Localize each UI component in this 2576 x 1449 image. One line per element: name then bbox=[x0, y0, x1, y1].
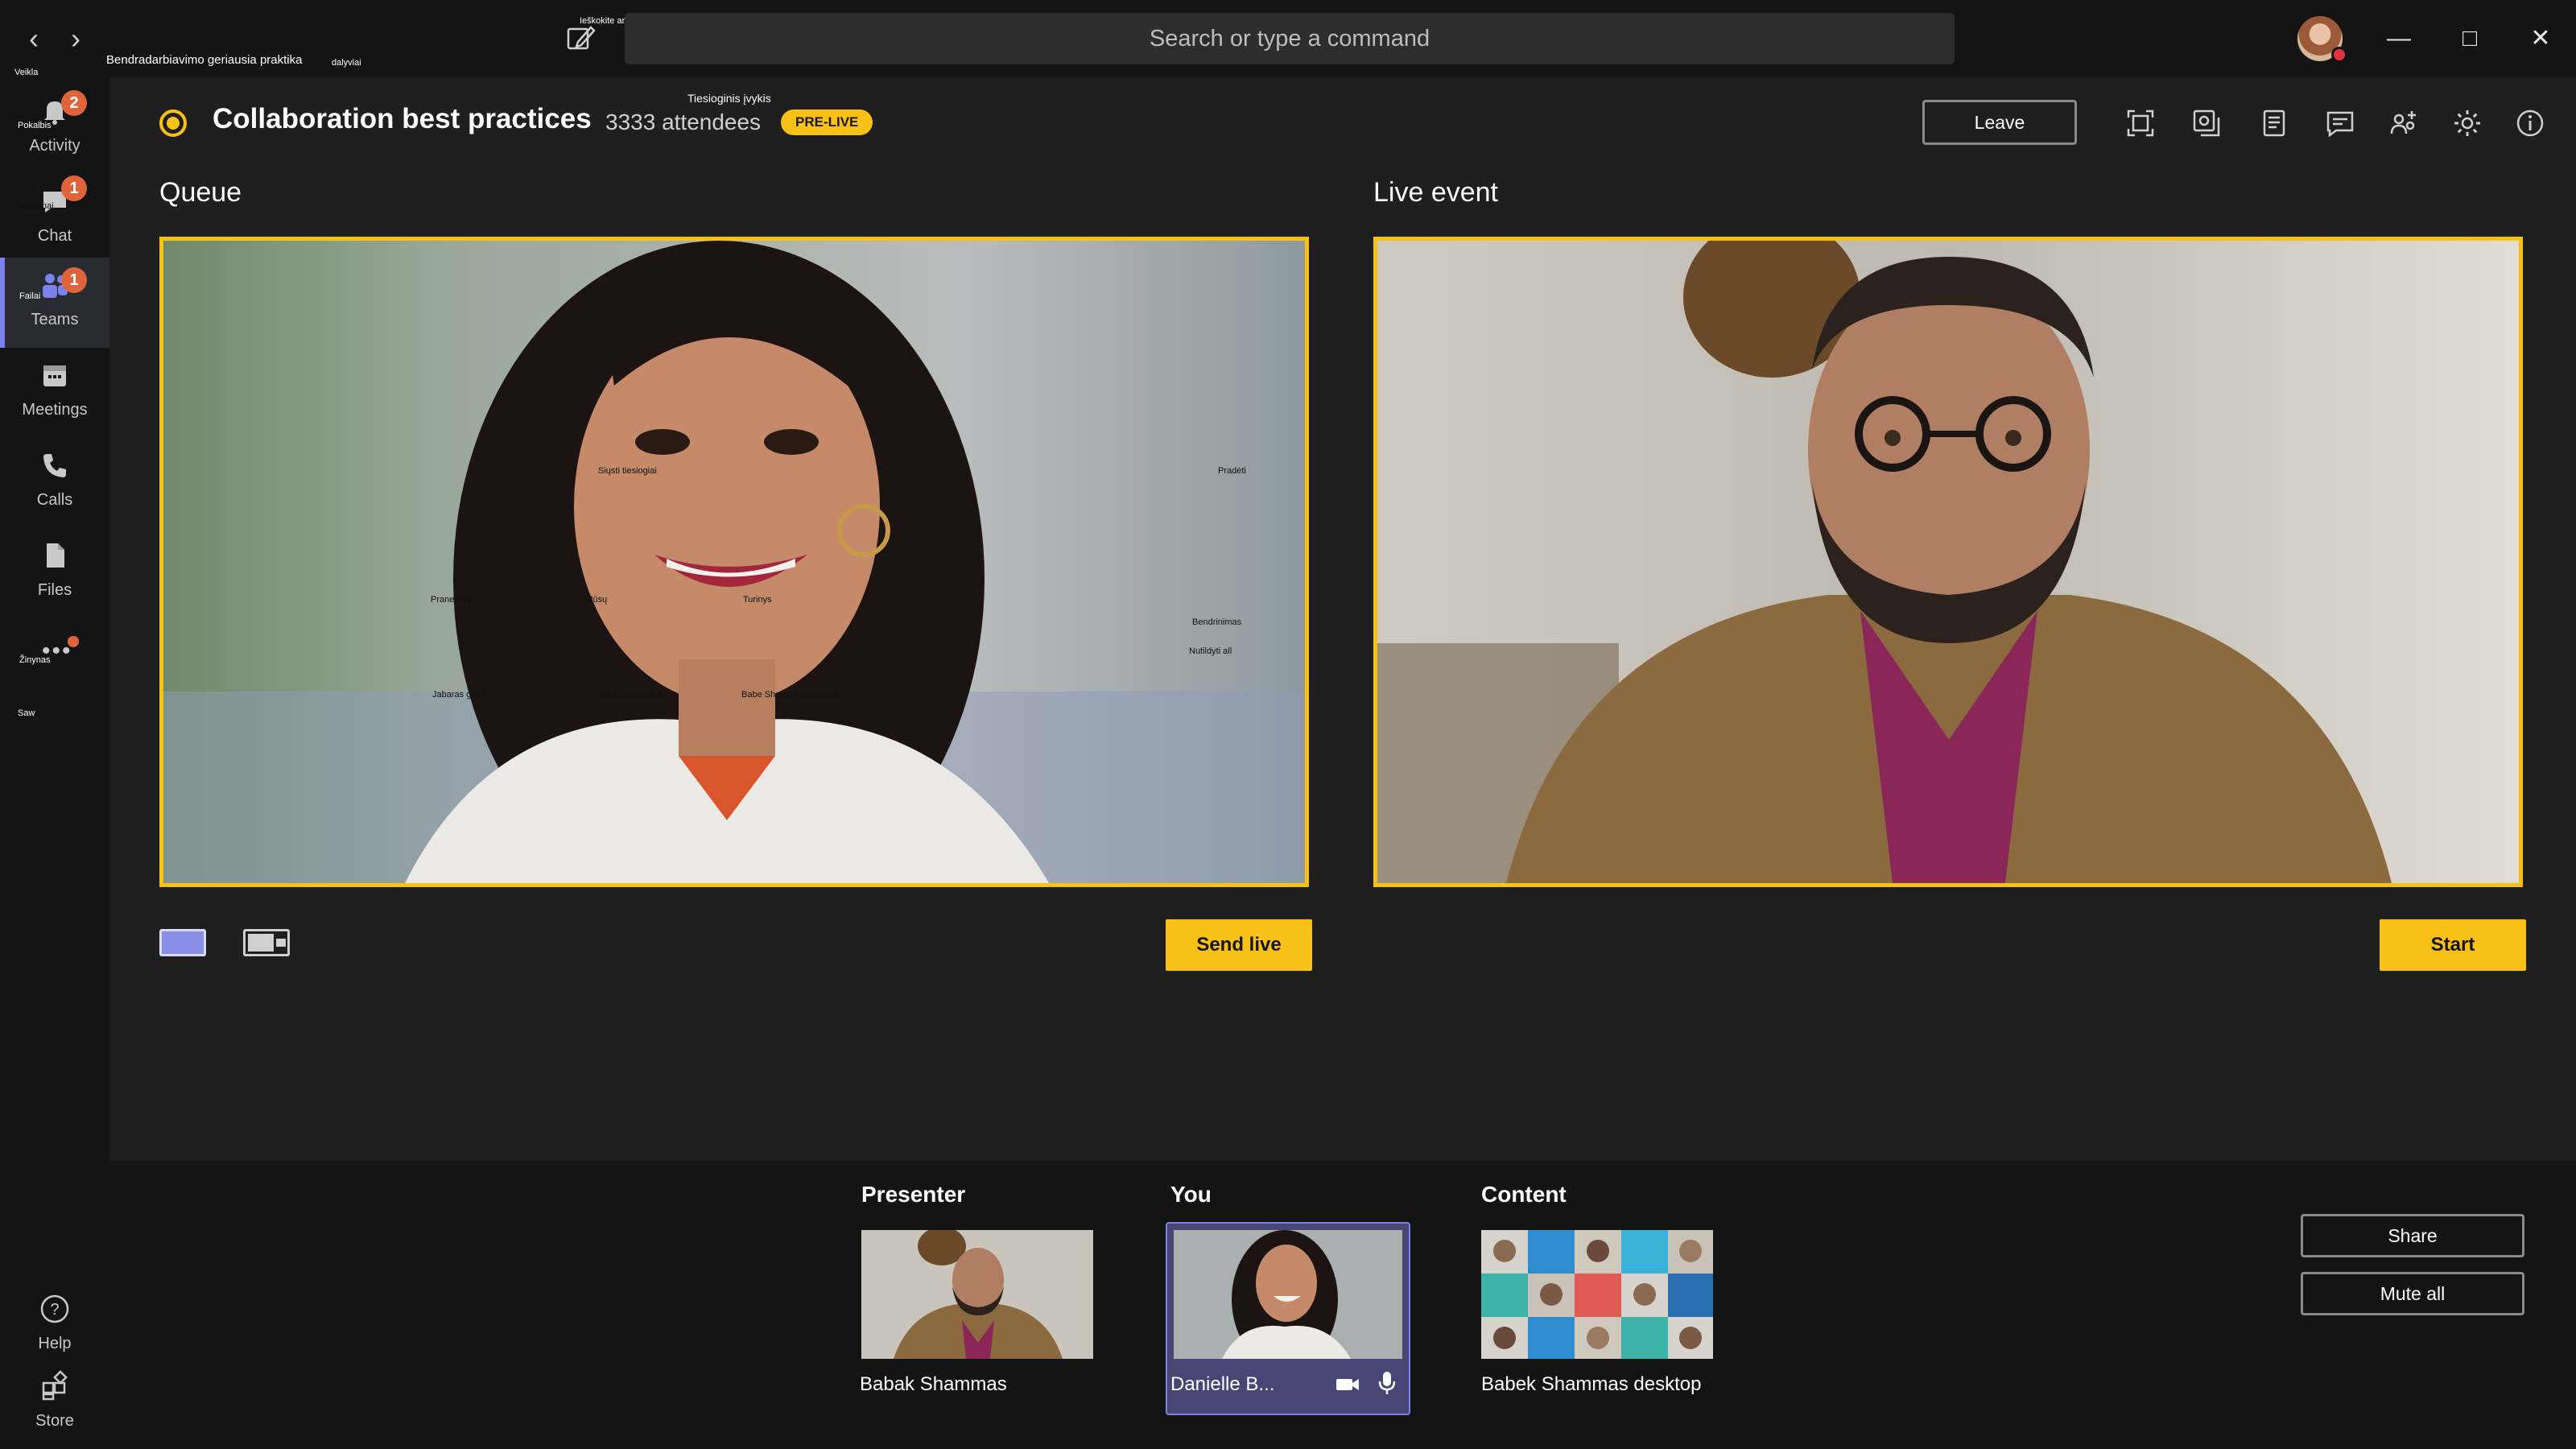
rail-tag-store: Saw bbox=[18, 708, 35, 718]
rail-tag-more: Žinynas bbox=[19, 655, 51, 665]
rail-item-files[interactable]: Files bbox=[0, 528, 109, 618]
rail-label-activity: Activity bbox=[29, 137, 80, 155]
rail-item-store[interactable]: Store bbox=[0, 1359, 109, 1449]
phone-icon bbox=[43, 454, 66, 477]
activity-badge: 2 bbox=[61, 90, 87, 116]
rail-label-help: Help bbox=[38, 1335, 72, 1352]
presenter-video-feed bbox=[861, 1230, 1093, 1359]
forward-arrow-icon[interactable]: › bbox=[55, 18, 97, 60]
attendee-count: 3333 attendees bbox=[605, 109, 762, 134]
leave-button[interactable]: Leave bbox=[1922, 100, 2077, 145]
breadcrumb: Bendradarbiavimo geriausia praktika bbox=[106, 53, 303, 67]
rail-label-teams: Teams bbox=[31, 311, 79, 328]
breadcrumb-sub: dalyviai bbox=[332, 58, 361, 68]
overlay-content: Turinys bbox=[743, 595, 772, 605]
you-name: Danielle B... bbox=[1170, 1373, 1275, 1395]
you-label: You bbox=[1170, 1182, 1212, 1207]
rail-item-teams[interactable]: 1 Failai Teams bbox=[0, 258, 109, 348]
overlay-presenter: Pranešėjas bbox=[431, 595, 476, 605]
event-title: Collaboration best practices bbox=[213, 103, 592, 134]
rail-label-store: Store bbox=[35, 1412, 74, 1430]
overlay-start: Pradėti bbox=[1218, 466, 1246, 476]
rail-tag-chat: Susitikimai bbox=[11, 201, 54, 211]
participants-icon[interactable] bbox=[2388, 106, 2421, 140]
teams-badge: 1 bbox=[61, 267, 87, 293]
queue-label: Queue bbox=[159, 177, 242, 208]
share-button[interactable]: Share bbox=[2301, 1214, 2524, 1257]
app-rail: 2 Pokalbis Activity 1 Susitikimai Chat 1… bbox=[0, 77, 109, 1449]
search-input[interactable]: Search or type a command bbox=[625, 13, 1955, 64]
rail-label-meetings: Meetings bbox=[22, 401, 88, 419]
content-label: Content bbox=[1481, 1182, 1567, 1207]
layout-side-by-side-button[interactable] bbox=[243, 929, 290, 956]
live-event-label: Live event bbox=[1373, 177, 1498, 208]
info-icon[interactable] bbox=[2513, 106, 2547, 140]
maximize-icon[interactable]: □ bbox=[2450, 19, 2489, 58]
live-video-feed bbox=[1377, 241, 2519, 883]
layout-single-button[interactable] bbox=[159, 929, 206, 956]
overlay-presenter-name: Jabaras geda bbox=[432, 690, 486, 700]
store-icon bbox=[42, 1370, 68, 1401]
help-icon: ? bbox=[40, 1294, 69, 1323]
status-note: Tiesioginis įvykis bbox=[687, 92, 771, 105]
overlay-send-live: Siųsti tiesiogiai bbox=[598, 466, 657, 476]
presence-busy-icon bbox=[2331, 47, 2347, 63]
more-notification-dot bbox=[68, 636, 79, 647]
file-icon bbox=[47, 543, 64, 568]
rail-item-calls[interactable]: Calls bbox=[0, 438, 109, 528]
overlay-you-name: tu&ščiąja eiga B. bbox=[600, 690, 666, 700]
live-event-video[interactable] bbox=[1373, 237, 2523, 887]
teams-live-event-window: ‹ › Veikla Ieškokite arba įveskite koman… bbox=[0, 0, 2576, 1449]
you-video-feed bbox=[1174, 1230, 1402, 1359]
presenter-name: Babak Shammas bbox=[860, 1373, 1007, 1395]
overlay-you: Jūsų bbox=[588, 595, 608, 605]
live-status-icon bbox=[159, 109, 187, 137]
presenter-thumbnail[interactable] bbox=[861, 1230, 1093, 1359]
queue-video[interactable]: Siųsti tiesiogiai Pradėti Pranešėjas Jūs… bbox=[159, 237, 1309, 887]
you-thumbnail bbox=[1174, 1230, 1402, 1359]
rail-label-files: Files bbox=[37, 581, 72, 599]
rail-hint: Veikla bbox=[14, 68, 39, 77]
queue-video-feed bbox=[163, 241, 1305, 883]
content-name: Babek Shammas desktop bbox=[1481, 1373, 1702, 1395]
calendar-icon bbox=[43, 365, 66, 386]
svg-text:?: ? bbox=[50, 1301, 59, 1319]
gear-icon[interactable] bbox=[2450, 106, 2484, 140]
presenter-label: Presenter bbox=[861, 1182, 966, 1207]
start-button[interactable]: Start bbox=[2380, 919, 2526, 971]
you-card[interactable]: Danielle B... bbox=[1166, 1222, 1410, 1415]
chat-panel-icon[interactable] bbox=[2323, 106, 2357, 140]
send-live-button[interactable]: Send live bbox=[1166, 919, 1312, 971]
rail-item-meetings[interactable]: Meetings bbox=[0, 348, 109, 438]
rail-item-activity[interactable]: 2 Pokalbis Activity bbox=[0, 84, 109, 174]
camera-icon[interactable] bbox=[1335, 1373, 1360, 1396]
mute-all-button[interactable]: Mute all bbox=[2301, 1272, 2524, 1315]
close-icon[interactable]: ✕ bbox=[2521, 19, 2560, 58]
meeting-notes-icon[interactable] bbox=[2257, 106, 2291, 140]
overlay-content-name: Babe Shames darbalaukis bbox=[741, 690, 845, 700]
rail-label-calls: Calls bbox=[36, 491, 73, 509]
content-thumbnail[interactable] bbox=[1481, 1230, 1713, 1359]
rail-tag-teams: Failai bbox=[19, 291, 41, 301]
title-bar: ‹ › Veikla Ieškokite arba įveskite koman… bbox=[0, 0, 2576, 77]
fullscreen-icon[interactable] bbox=[2124, 106, 2157, 140]
overlay-share: Bendrinimas bbox=[1192, 617, 1242, 627]
status-badge: PRE-LIVE bbox=[781, 109, 873, 135]
chat-badge: 1 bbox=[61, 175, 87, 201]
minimize-icon[interactable]: — bbox=[2380, 19, 2418, 58]
rail-tag-activity: Pokalbis bbox=[18, 121, 52, 130]
rail-item-more[interactable]: ••• Žinynas bbox=[0, 618, 109, 708]
q-and-a-icon[interactable] bbox=[2190, 106, 2223, 140]
back-arrow-icon[interactable]: ‹ bbox=[13, 18, 55, 60]
rail-label-chat: Chat bbox=[37, 227, 72, 245]
overlay-mute-all: Nutildyti all bbox=[1189, 646, 1232, 656]
microphone-icon[interactable] bbox=[1378, 1370, 1396, 1396]
rail-item-chat[interactable]: 1 Susitikimai Chat bbox=[0, 174, 109, 264]
content-screen-feed bbox=[1481, 1230, 1713, 1359]
